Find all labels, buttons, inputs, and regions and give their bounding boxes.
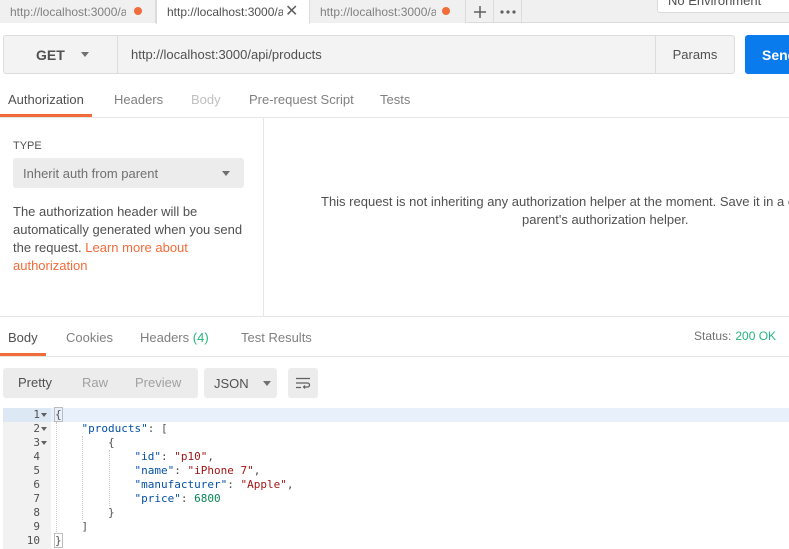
chevron-down-icon xyxy=(80,52,89,57)
auth-info-line: parent's authorization helper. xyxy=(522,212,689,227)
request-tabs: Authorization Headers Body Pre-request S… xyxy=(0,86,789,118)
tab-authorization[interactable]: Authorization xyxy=(0,86,92,117)
json-key: "manufacturer" xyxy=(134,478,228,491)
format-select[interactable]: JSON xyxy=(204,368,277,398)
params-button[interactable]: Params xyxy=(655,35,735,74)
code-line: 8 } xyxy=(33,506,115,519)
request-tab-active[interactable]: http://localhost:3000/a ✕ xyxy=(156,0,310,24)
plus-icon[interactable] xyxy=(466,0,494,23)
code-line: 9 ] xyxy=(33,520,89,533)
json-key: "products" xyxy=(81,422,148,435)
view-mode-group: Pretty Raw Preview xyxy=(3,368,198,398)
code-line: 7 "price": 6800 xyxy=(33,492,221,505)
chevron-down-icon xyxy=(262,380,271,386)
tab-bar: http://localhost:3000/a http://localhost… xyxy=(0,0,789,24)
chevron-down-icon xyxy=(222,171,230,176)
json-key: "price" xyxy=(134,492,181,505)
fold-arrow-icon[interactable] xyxy=(41,441,47,445)
wrap-lines-icon[interactable] xyxy=(288,368,318,398)
tab-body[interactable]: Body xyxy=(191,86,221,117)
fold-arrow-icon[interactable] xyxy=(41,413,47,417)
auth-description: The authorization header will be automat… xyxy=(13,203,253,275)
json-string: "Apple" xyxy=(240,478,287,491)
status-label: Status: xyxy=(694,329,732,343)
json-string: "iPhone 7" xyxy=(187,464,254,477)
auth-description-line: The authorization header will be xyxy=(13,204,198,219)
json-number: 6800 xyxy=(194,492,221,505)
format-value: JSON xyxy=(214,375,249,391)
line-number: 10 xyxy=(26,534,40,547)
tab-cookies[interactable]: Cookies xyxy=(66,322,113,356)
tab-tests[interactable]: Tests xyxy=(380,86,410,117)
request-tab-title: http://localhost:3000/a xyxy=(320,4,436,19)
fold-arrow-icon[interactable] xyxy=(41,427,47,431)
auth-description-line: the request. xyxy=(13,240,82,255)
line-number: 1 xyxy=(33,408,40,421)
environment-select[interactable]: No Environment xyxy=(657,0,789,13)
tab-response-headers[interactable]: Headers (4) xyxy=(140,322,209,356)
auth-info-line: This request is not inheriting any autho… xyxy=(321,194,789,209)
url-input[interactable]: http://localhost:3000/api/products xyxy=(118,35,655,74)
code-line: 1 { xyxy=(3,407,789,422)
unsaved-dot-icon xyxy=(442,7,450,15)
auth-settings-panel: TYPE Inherit auth from parent The author… xyxy=(0,118,264,316)
more-icon[interactable] xyxy=(494,0,522,23)
auth-type-value: Inherit auth from parent xyxy=(23,165,159,181)
line-number: 4 xyxy=(33,450,40,463)
code-line: 6 "manufacturer": "Apple", xyxy=(33,478,294,491)
preview-button[interactable]: Preview xyxy=(135,368,181,398)
learn-more-link[interactable]: Learn more about xyxy=(85,240,188,255)
request-tab[interactable]: http://localhost:3000/a xyxy=(310,0,466,23)
request-tab-title: http://localhost:3000/a xyxy=(10,4,126,19)
send-button[interactable]: Send xyxy=(745,35,789,74)
indent-guide xyxy=(82,436,83,520)
response-tabs: Body Cookies Headers (4) Test Results xyxy=(0,322,789,357)
headers-count-badge: (4) xyxy=(192,330,209,345)
request-tab[interactable]: http://localhost:3000/a xyxy=(0,0,156,23)
auth-description-line: automatically generated when you send xyxy=(13,222,243,237)
code-line: 4 "id": "p10", xyxy=(33,450,214,463)
line-number: 6 xyxy=(33,478,40,491)
auth-type-select[interactable]: Inherit auth from parent xyxy=(13,158,244,188)
code-line: 5 "name": "iPhone 7", xyxy=(33,464,261,477)
code-line: 3 { xyxy=(33,436,115,449)
line-number: 9 xyxy=(33,520,40,533)
status-code: 200 OK xyxy=(735,329,777,343)
line-number: 5 xyxy=(33,464,40,477)
line-number: 8 xyxy=(33,506,40,519)
tab-pre-request-script[interactable]: Pre-request Script xyxy=(249,86,354,117)
tab-label: Headers xyxy=(140,330,190,345)
response-status: Status: 200 OK xyxy=(694,329,776,343)
indent-guide xyxy=(56,422,57,534)
code-line: 10 } xyxy=(26,533,63,548)
tab-test-results[interactable]: Test Results xyxy=(241,322,312,356)
tab-headers[interactable]: Headers xyxy=(114,86,163,117)
json-string: "p10" xyxy=(174,450,208,463)
unsaved-dot-icon xyxy=(134,7,142,15)
raw-button[interactable]: Raw xyxy=(82,368,108,398)
code-line: 2 "products": [ xyxy=(33,422,168,435)
line-number: 7 xyxy=(33,492,40,505)
auth-type-label: TYPE xyxy=(13,140,42,152)
request-tab-title: http://localhost:3000/a xyxy=(167,5,283,19)
indent-guide xyxy=(109,450,110,506)
json-key: "name" xyxy=(134,464,175,477)
tab-response-body[interactable]: Body xyxy=(0,322,46,356)
line-number: 2 xyxy=(33,422,40,435)
learn-more-link-cont[interactable]: authorization xyxy=(13,258,87,273)
json-key: "id" xyxy=(134,450,161,463)
close-tab-icon[interactable]: ✕ xyxy=(285,1,298,21)
response-body-editor[interactable]: 1 { 2 "products": [ 3 { 4 "id": "p10", 5… xyxy=(3,407,789,549)
method-select[interactable]: GET xyxy=(3,35,118,74)
line-number: 3 xyxy=(33,436,40,449)
pretty-button[interactable]: Pretty xyxy=(18,368,52,398)
method-label: GET xyxy=(36,46,65,63)
